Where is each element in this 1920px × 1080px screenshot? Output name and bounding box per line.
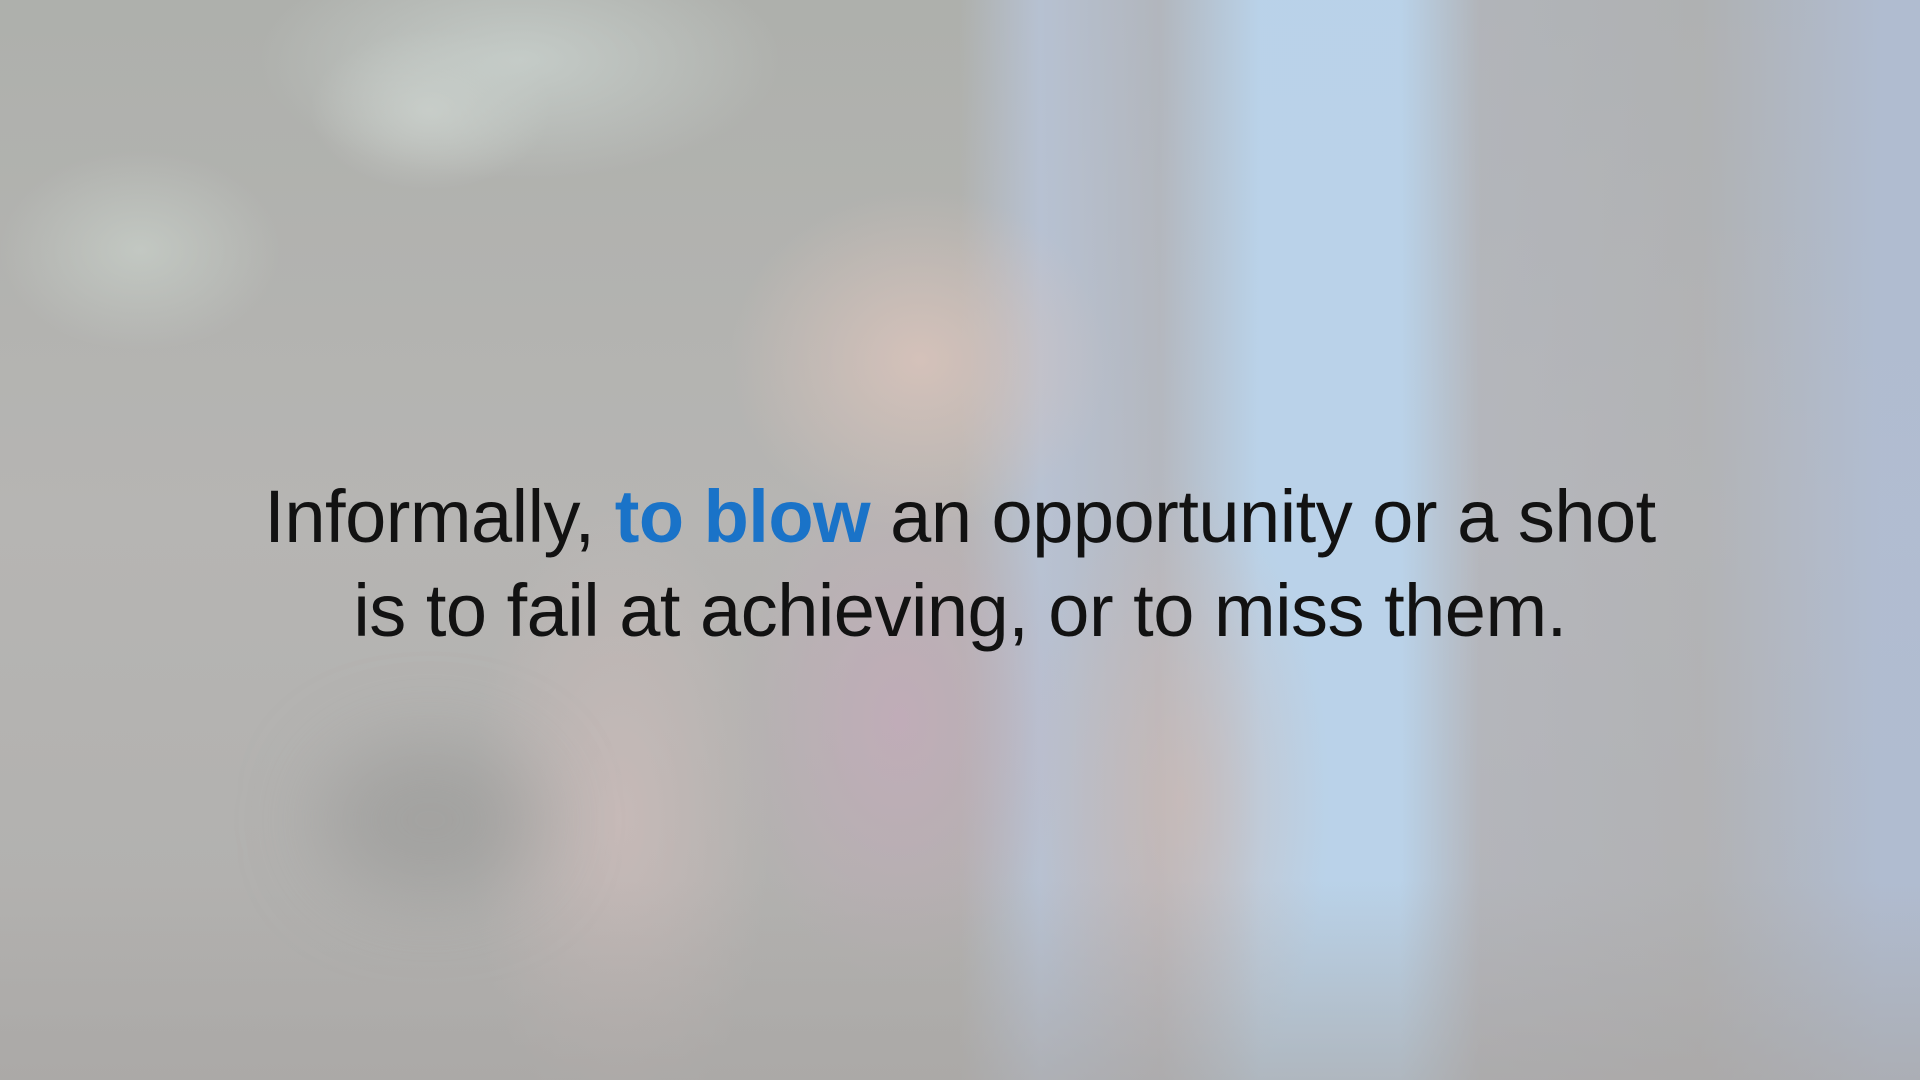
caption-line-1-start: Informally, — [264, 475, 615, 558]
caption-line-2: is to fail at achieving, or to miss them… — [353, 569, 1567, 652]
definition-caption: Informally, to blow an opportunity or a … — [120, 470, 1800, 658]
highlighted-phrase: to blow — [614, 475, 871, 558]
caption-line-1: Informally, to blow an opportunity or a … — [120, 470, 1800, 564]
background-shadow — [320, 740, 540, 900]
background-bottom-shade — [0, 880, 1920, 1080]
caption-line-1-end: an opportunity or a shot — [870, 475, 1656, 558]
